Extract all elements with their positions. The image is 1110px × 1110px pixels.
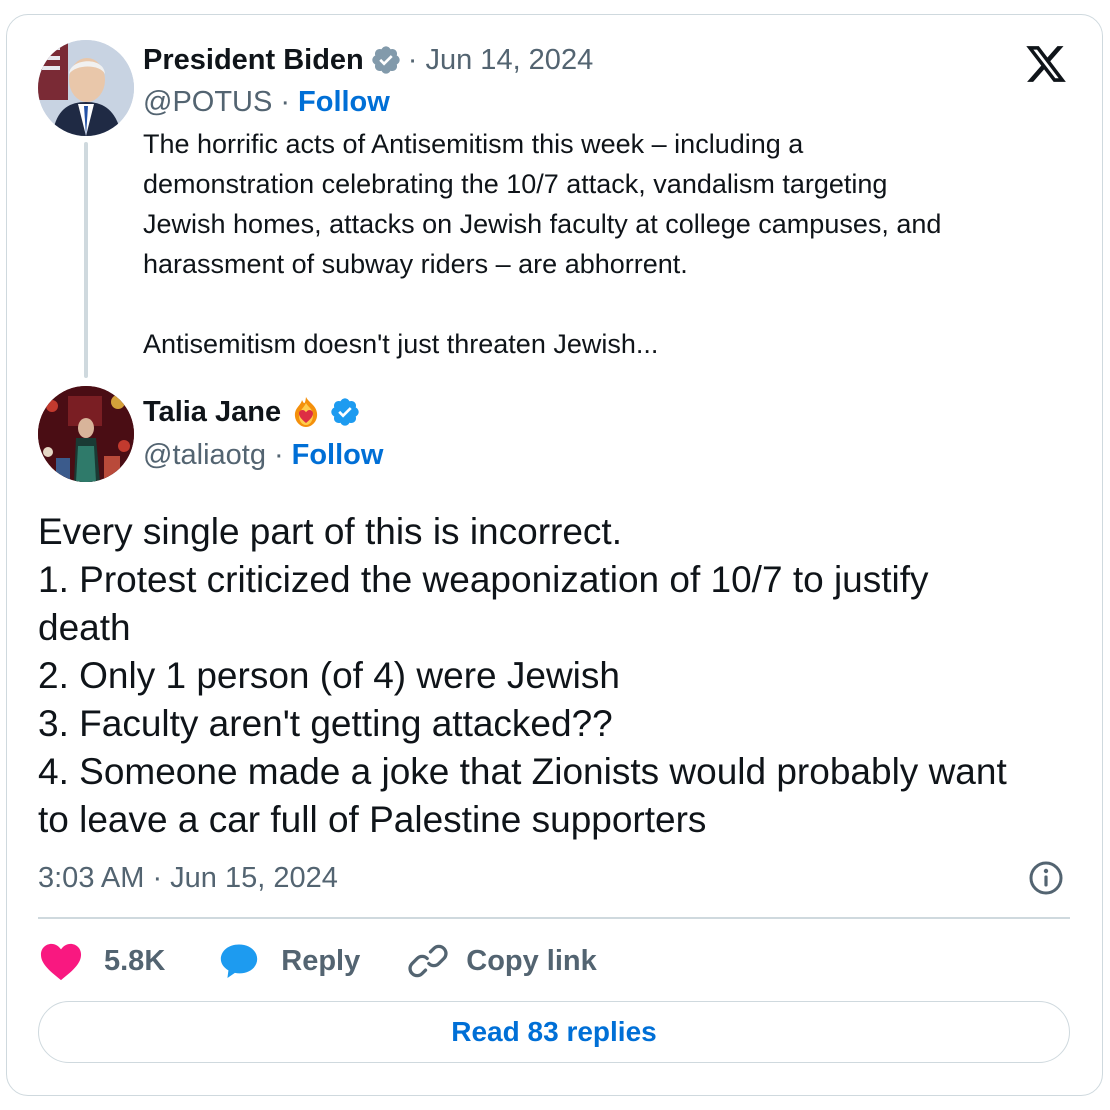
avatar-president-biden[interactable]	[38, 40, 134, 136]
quoted-tweet-text: The horrific acts of Antisemitism this w…	[143, 124, 1083, 364]
author-handle[interactable]: @taliaotg	[143, 439, 266, 472]
tweet-text-line: 4. Someone made a joke that Zionists wou…	[38, 751, 1007, 792]
tweet-text-line: Every single part of this is incorrect.	[38, 511, 622, 552]
reply-button[interactable]: Reply	[219, 942, 360, 980]
tweet-text-line: 2. Only 1 person (of 4) were Jewish	[38, 655, 620, 696]
speech-bubble-icon	[221, 944, 258, 979]
tweet-text-line: to leave a car full of Palestine support…	[38, 799, 707, 840]
verified-badge-gray-icon	[372, 46, 400, 74]
quoted-author-row: President Biden · Jun 14, 2024	[143, 40, 593, 80]
like-button[interactable]: 5.8K	[38, 940, 165, 982]
read-replies-button[interactable]: Read 83 replies	[38, 1001, 1070, 1063]
action-bar: 5.8K Reply Copy link	[38, 938, 597, 984]
quoted-text-truncated: Antisemitism doesn't just threaten Jewis…	[143, 329, 659, 359]
follow-button-potus[interactable]: Follow	[298, 86, 390, 119]
reply-label: Reply	[281, 944, 361, 977]
quoted-text-line: demonstration celebrating the 10/7 attac…	[143, 169, 888, 199]
heart-icon	[40, 943, 82, 981]
author-handle-row: @taliaotg · Follow	[143, 435, 383, 475]
tweet-text: Every single part of this is incorrect. …	[38, 508, 1088, 844]
author-row: Talia Jane	[143, 392, 361, 432]
copy-link-button[interactable]: Copy link	[408, 941, 597, 981]
tweet-text-line: 3. Faculty aren't getting attacked??	[38, 703, 613, 744]
tweet-text-line: death	[38, 607, 131, 648]
tweet-text-line: 1. Protest criticized the weaponization …	[38, 559, 929, 600]
quoted-handle-row: @POTUS · Follow	[143, 82, 390, 122]
quoted-date[interactable]: · Jun 14, 2024	[408, 44, 593, 77]
link-icon	[408, 944, 448, 978]
follow-button-taliaotg[interactable]: Follow	[292, 439, 384, 472]
like-count: 5.8K	[104, 944, 166, 977]
tweet-timestamp[interactable]: 3:03 AM · Jun 15, 2024	[38, 858, 338, 898]
verified-badge-blue-icon	[331, 398, 359, 426]
avatar-talia-jane[interactable]	[38, 386, 134, 482]
quoted-text-line: Jewish homes, attacks on Jewish faculty …	[143, 209, 942, 239]
separator-dot: ·	[280, 85, 291, 118]
thread-connector-line	[84, 142, 88, 378]
quoted-display-name[interactable]: President Biden	[143, 44, 364, 77]
separator-dot: ·	[273, 438, 284, 471]
divider	[38, 917, 1070, 919]
info-icon[interactable]	[1026, 858, 1066, 898]
quoted-text-line: harassment of subway riders – are abhorr…	[143, 249, 688, 279]
fire-heart-emoji-icon	[294, 397, 318, 427]
x-logo-icon[interactable]	[1022, 42, 1070, 86]
quoted-text-line: The horrific acts of Antisemitism this w…	[143, 129, 804, 159]
copy-link-label: Copy link	[466, 944, 597, 977]
quoted-handle[interactable]: @POTUS	[143, 86, 272, 119]
author-display-name[interactable]: Talia Jane	[143, 396, 281, 429]
